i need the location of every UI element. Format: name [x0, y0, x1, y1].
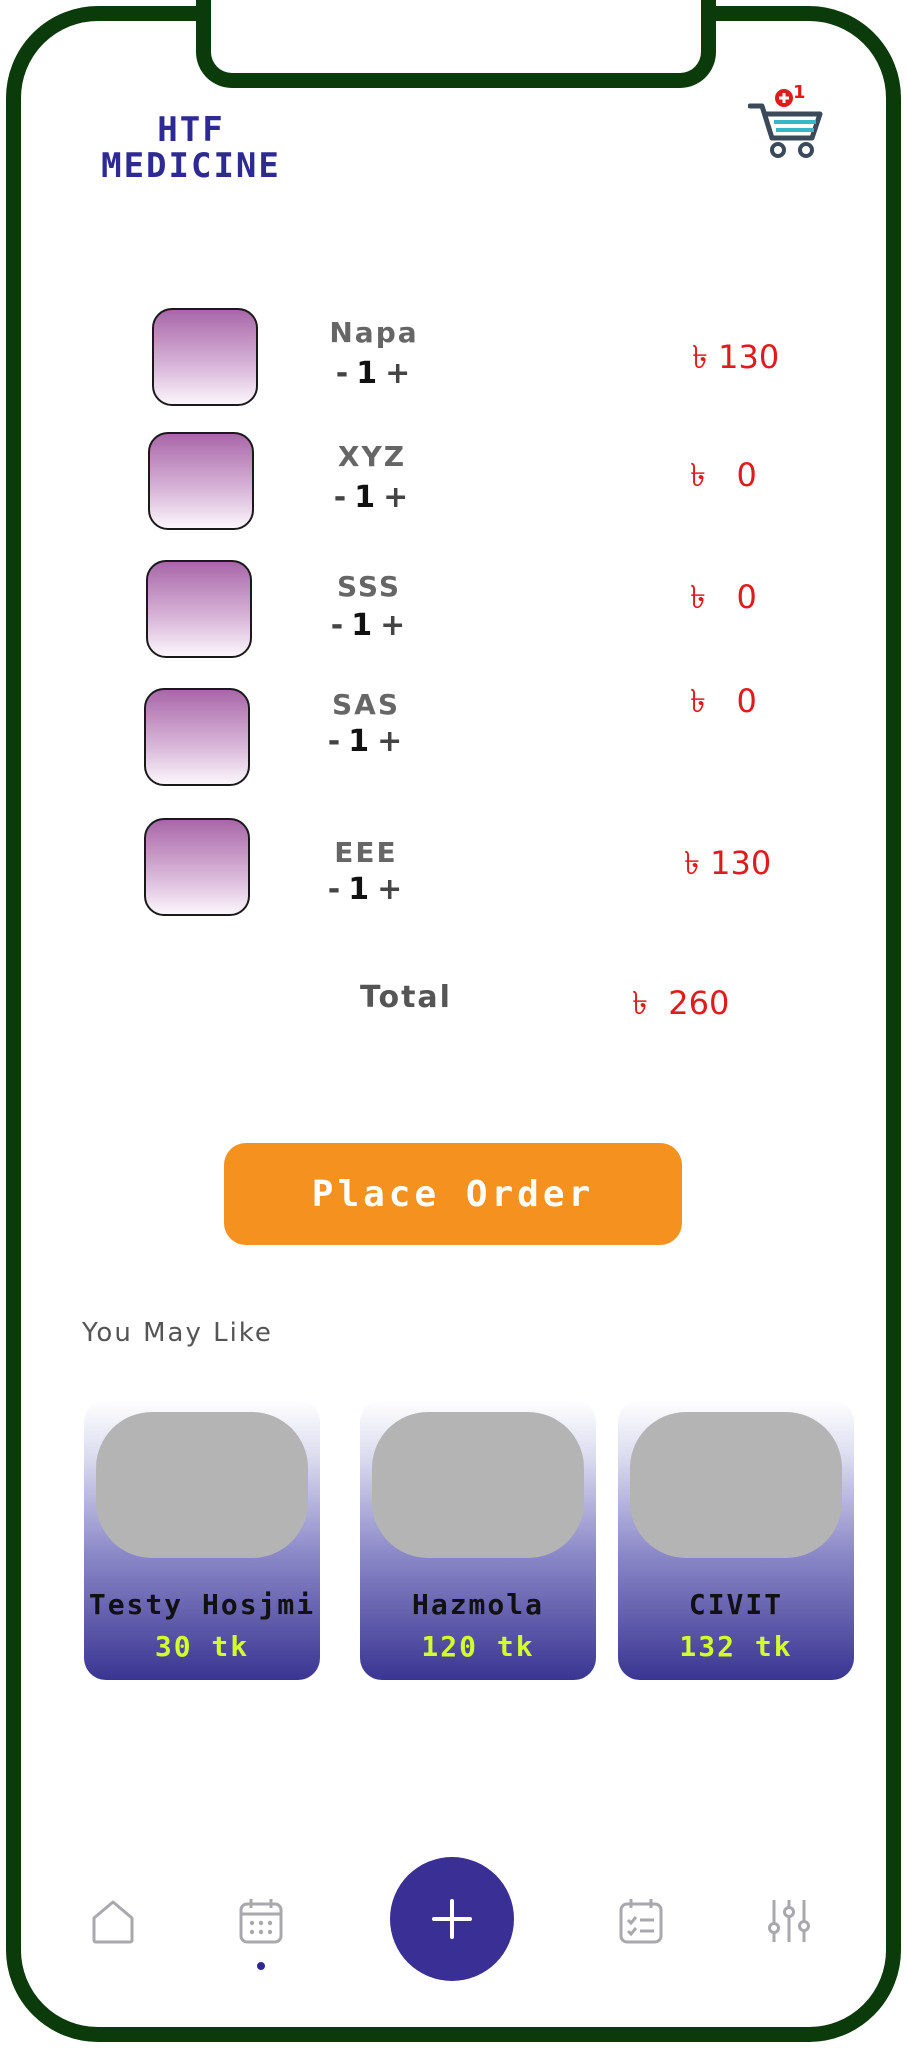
item-thumbnail — [148, 432, 254, 530]
nav-calendar[interactable] — [236, 1896, 286, 1946]
item-name: SAS — [331, 688, 400, 721]
home-icon — [92, 1900, 134, 1944]
product-image — [96, 1412, 308, 1558]
increase-button[interactable]: + — [377, 724, 402, 759]
product-card[interactable]: Hazmola 120 tk — [360, 1400, 596, 1680]
quantity-value: 1 — [348, 724, 370, 759]
decrease-button[interactable]: - — [328, 872, 340, 907]
item-price: ৳ 0 — [690, 578, 757, 616]
checklist-calendar-icon — [619, 1899, 663, 1944]
nav-settings[interactable] — [764, 1896, 814, 1946]
total-price: ৳ 260 — [632, 984, 730, 1022]
increase-button[interactable]: + — [385, 356, 410, 391]
cart-count-badge: 1 — [793, 82, 806, 103]
item-price: ৳ 130 — [692, 338, 780, 376]
app-logo: HTF MEDICINE — [76, 112, 306, 184]
brand-line-1: HTF — [157, 110, 225, 150]
product-name: CIVIT — [688, 1588, 784, 1621]
increase-button[interactable]: + — [383, 480, 408, 515]
add-icon — [432, 1899, 472, 1939]
phone-frame — [6, 6, 901, 2042]
increase-button[interactable]: + — [377, 872, 402, 907]
item-thumbnail — [144, 688, 250, 786]
product-price: 120 tk — [421, 1630, 535, 1663]
product-name: Testy Hosjmi — [88, 1588, 316, 1621]
calendar-icon — [239, 1899, 283, 1944]
item-name: XYZ — [337, 440, 407, 473]
cart-icon — [747, 89, 823, 158]
quantity-stepper: -1 + — [318, 356, 428, 391]
item-name: SSS — [337, 570, 401, 603]
section-title: You May Like — [82, 1318, 273, 1348]
item-price: ৳ 0 — [690, 456, 757, 494]
nav-schedule[interactable] — [616, 1896, 666, 1946]
cart-button[interactable] — [747, 84, 824, 160]
nav-home[interactable] — [88, 1896, 138, 1946]
item-name: EEE — [334, 836, 398, 869]
active-indicator — [257, 1962, 265, 1970]
increase-button[interactable]: + — [380, 608, 405, 643]
quantity-stepper: -1 + — [310, 872, 420, 907]
decrease-button[interactable]: - — [336, 356, 348, 391]
item-thumbnail — [146, 560, 252, 658]
product-image — [372, 1412, 584, 1558]
product-card[interactable]: Testy Hosjmi 30 tk — [84, 1400, 320, 1680]
quantity-value: 1 — [348, 872, 370, 907]
quantity-stepper: -1 + — [310, 724, 420, 759]
quantity-stepper: -1 + — [316, 480, 426, 515]
item-price: ৳ 130 — [684, 844, 772, 882]
decrease-button[interactable]: - — [331, 608, 343, 643]
quantity-stepper: -1 + — [313, 608, 423, 643]
brand-line-2: MEDICINE — [101, 146, 281, 186]
quantity-value: 1 — [354, 480, 376, 515]
quantity-value: 1 — [351, 608, 373, 643]
add-button[interactable] — [390, 1857, 514, 1981]
product-name: Hazmola — [411, 1588, 544, 1621]
product-card[interactable]: CIVIT 132 tk — [618, 1400, 854, 1680]
product-price: 132 tk — [679, 1630, 793, 1663]
product-price: 30 tk — [154, 1630, 250, 1663]
decrease-button[interactable]: - — [334, 480, 346, 515]
item-price: ৳ 0 — [690, 682, 757, 720]
item-thumbnail — [144, 818, 250, 916]
product-image — [630, 1412, 842, 1558]
sliders-icon — [768, 1900, 810, 1942]
decrease-button[interactable]: - — [328, 724, 340, 759]
item-name: Napa — [329, 316, 419, 349]
item-thumbnail — [152, 308, 258, 406]
place-order-button[interactable]: Place Order — [224, 1143, 682, 1245]
quantity-value: 1 — [356, 356, 378, 391]
total-label: Total — [360, 980, 452, 1015]
